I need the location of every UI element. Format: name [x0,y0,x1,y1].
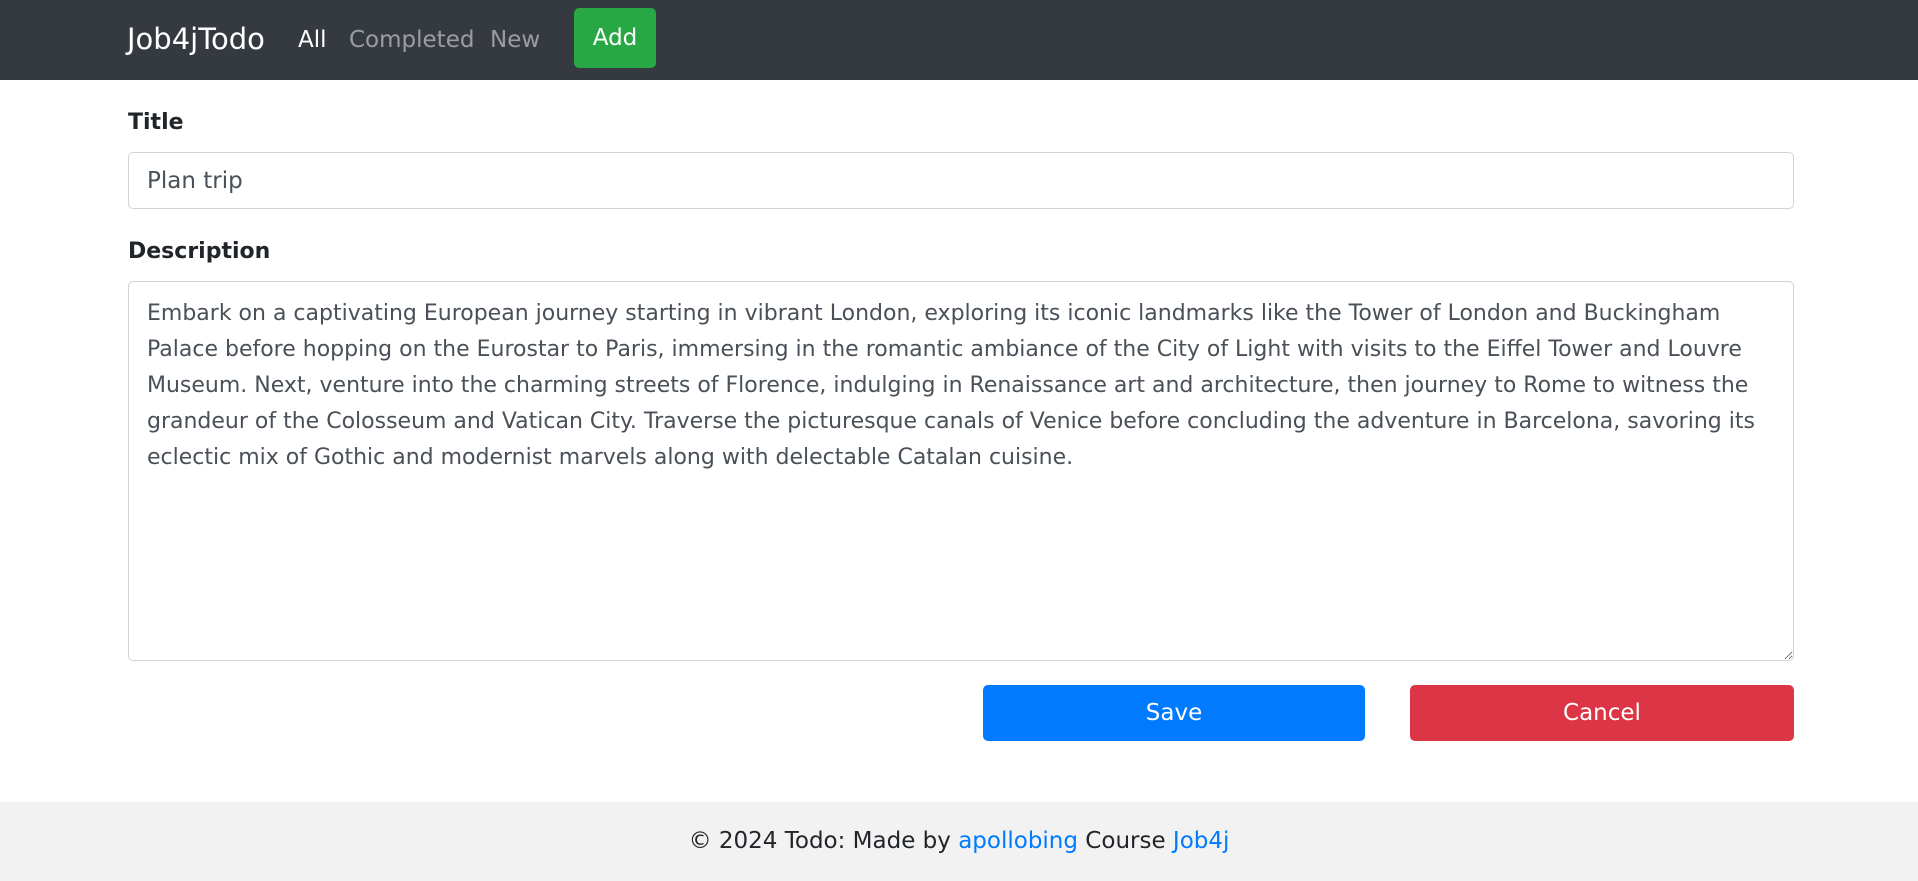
nav-link-completed[interactable]: Completed [349,25,474,55]
footer-prefix: © 2024 Todo: Made by [688,828,959,854]
title-input[interactable] [128,152,1794,209]
brand-link[interactable]: Job4jTodo [127,20,265,58]
description-label: Description [128,239,271,264]
save-button[interactable]: Save [983,685,1365,741]
nav-link-all[interactable]: All [298,25,327,55]
description-textarea[interactable]: Embark on a captivating European journey… [128,281,1794,661]
footer-course-link[interactable]: Job4j [1173,828,1229,854]
footer-middle: Course [1078,828,1173,854]
add-button[interactable]: Add [574,8,656,68]
cancel-button[interactable]: Cancel [1410,685,1794,741]
page-footer: © 2024 Todo: Made by apollobing Course J… [0,802,1918,881]
nav-link-new[interactable]: New [490,25,540,55]
footer-author-link[interactable]: apollobing [958,828,1078,854]
top-navbar: Job4jTodo All Completed New Add [0,0,1918,80]
title-label: Title [128,110,184,135]
